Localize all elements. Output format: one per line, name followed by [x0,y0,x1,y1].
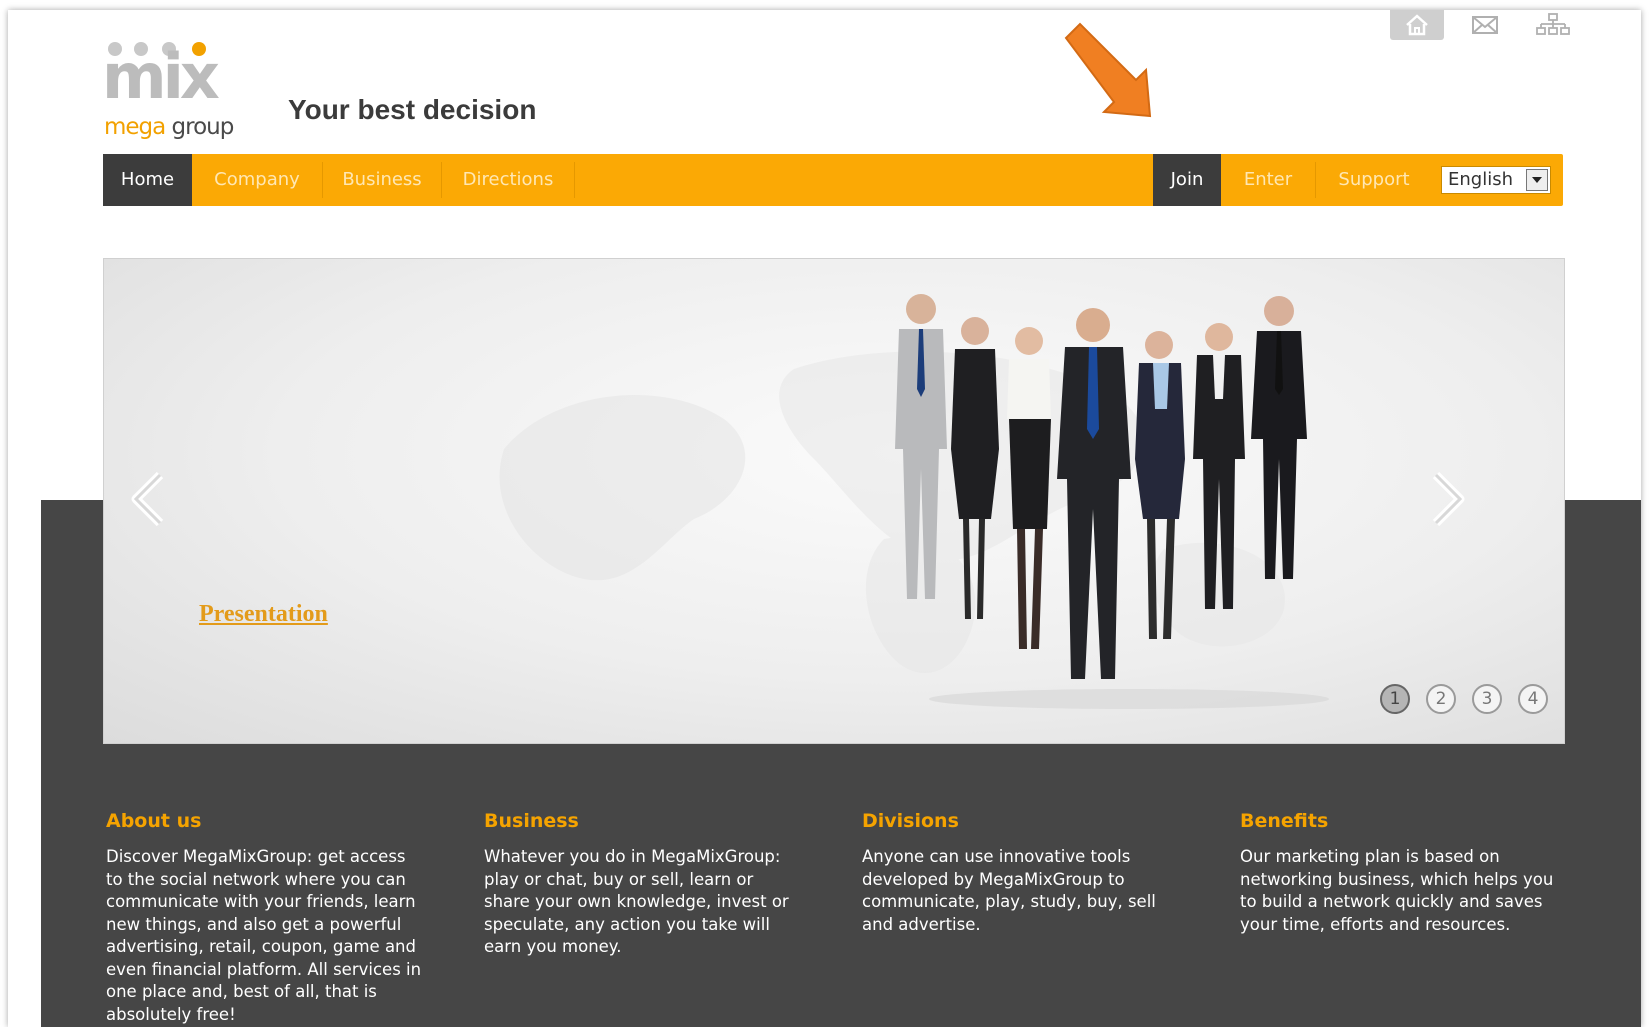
slider-prev-icon[interactable] [126,469,170,529]
column-benefits: Benefits Our marketing plan is based on … [1240,810,1560,936]
column-about-us: About us Discover MegaMixGroup: get acce… [106,810,426,1026]
hero-slider: Presentation 1 2 3 4 [103,258,1565,744]
pager-dot-1[interactable]: 1 [1380,684,1410,714]
mail-icon[interactable] [1458,10,1512,40]
column-text: Discover MegaMixGroup: get access to the… [106,847,422,1024]
nav-home[interactable]: Home [103,154,192,206]
person [895,294,947,599]
presentation-link[interactable]: Presentation [199,601,328,628]
sitemap-icon[interactable] [1526,10,1580,40]
nav-separator [574,162,575,198]
column-business: Business Whatever you do in MegaMixGroup… [484,810,804,959]
column-title: Business [484,810,579,832]
column-text: Anyone can use innovative tools develope… [862,847,1156,934]
language-select[interactable]: English [1441,166,1551,194]
chevron-down-icon[interactable] [1526,169,1548,191]
nav-directions[interactable]: Directions [442,154,574,206]
top-utility-icons [1390,10,1594,40]
column-title: Divisions [862,810,959,832]
column-text: Whatever you do in MegaMixGroup: play or… [484,847,789,956]
main-nav: Home Company Business Directions Join En… [103,154,1563,206]
nav-business[interactable]: Business [323,154,441,206]
pager-dot-3[interactable]: 3 [1472,684,1502,714]
nav-company[interactable]: Company [192,154,322,206]
nav-support[interactable]: Support [1316,154,1432,206]
pager-dot-2[interactable]: 2 [1426,684,1456,714]
home-icon[interactable] [1390,10,1444,40]
slider-next-icon[interactable] [1426,469,1470,529]
nav-join[interactable]: Join [1153,154,1221,206]
megamix-logo[interactable]: mix mega group [102,26,262,144]
column-text: Our marketing plan is based on networkin… [1240,847,1554,934]
nav-enter[interactable]: Enter [1221,154,1315,206]
logo-word: mix [102,40,220,113]
column-divisions: Divisions Anyone can use innovative tool… [862,810,1182,936]
logo-subtitle: mega group [104,114,234,140]
page-frame: mix mega group Your best decision Home C… [8,10,1641,1027]
slider-pager: 1 2 3 4 [1380,684,1564,714]
tagline: Your best decision [288,94,537,125]
column-title: About us [106,810,202,832]
pager-dot-4[interactable]: 4 [1518,684,1548,714]
language-value: English [1448,169,1513,190]
annotation-arrow-icon [1064,22,1152,118]
column-title: Benefits [1240,810,1329,832]
business-team-image [895,294,1329,709]
